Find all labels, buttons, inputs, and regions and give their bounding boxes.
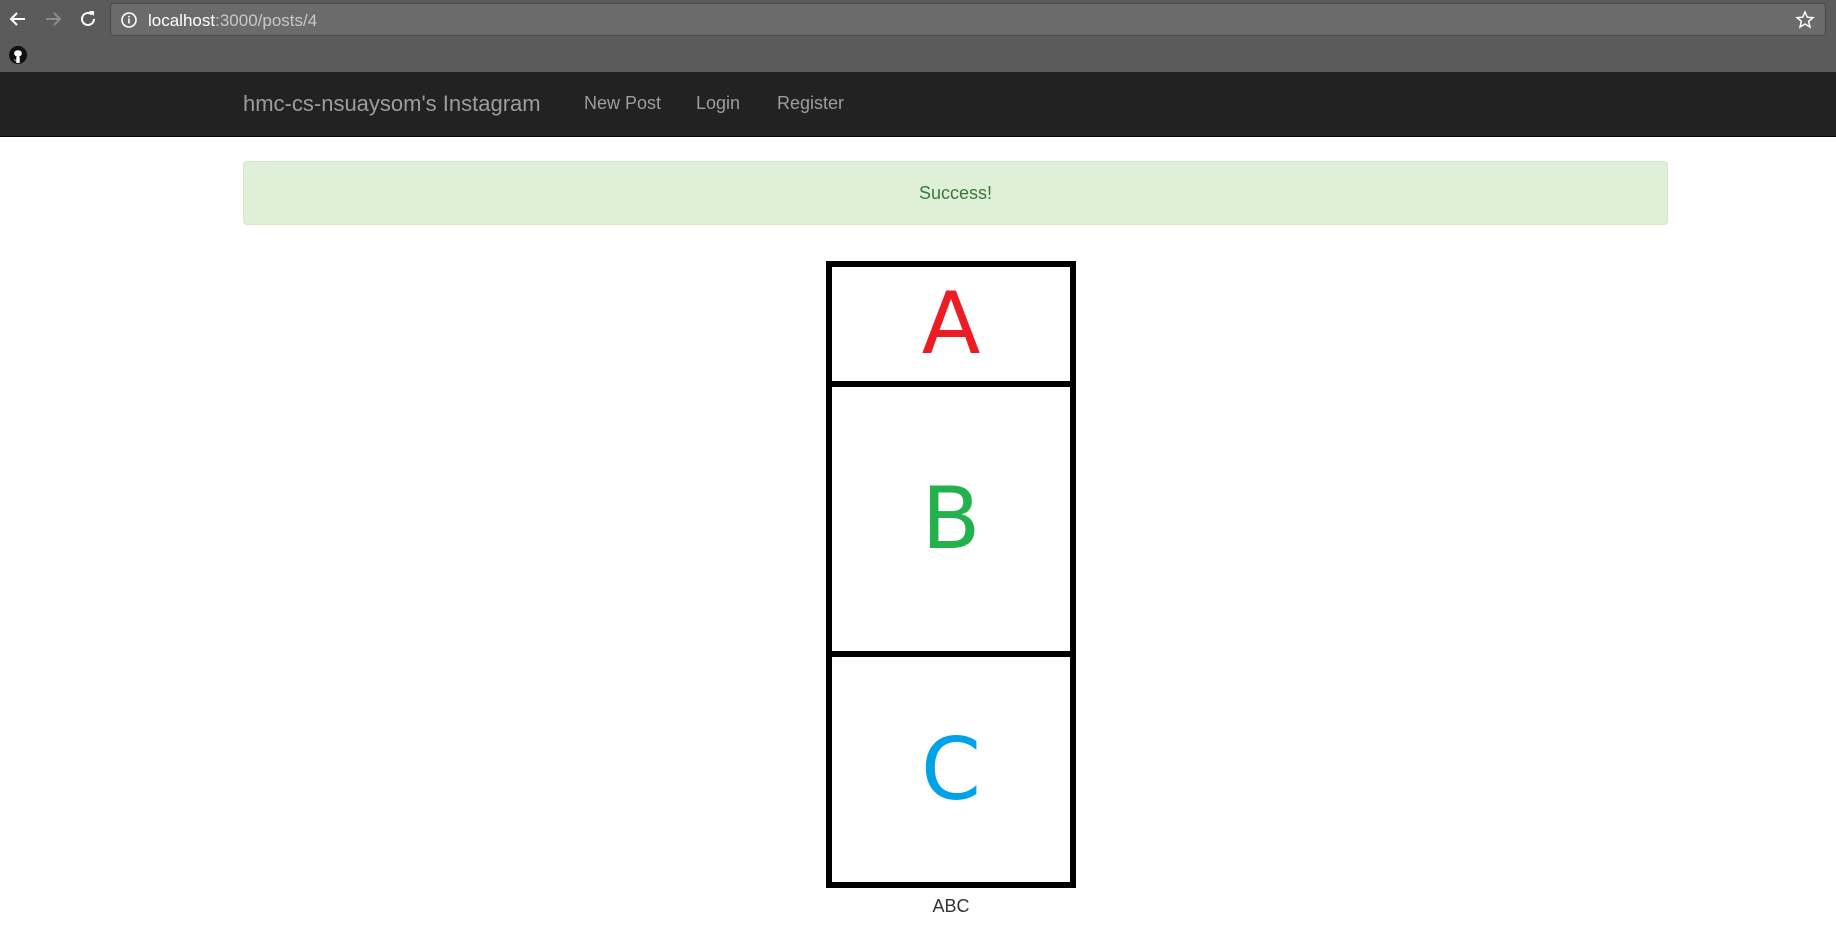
nav-register[interactable]: Register	[777, 93, 844, 114]
image-letter-c: C	[920, 719, 982, 820]
reload-button[interactable]	[75, 6, 101, 32]
image-letter-a: A	[921, 274, 981, 374]
app-navbar: hmc-cs-nsuaysom's Instagram New Post Log…	[0, 72, 1836, 137]
browser-chrome: localhost:3000/posts/4	[0, 0, 1836, 72]
back-button[interactable]	[5, 6, 31, 32]
address-bar[interactable]: localhost:3000/posts/4	[110, 3, 1826, 36]
post-caption: ABC	[932, 896, 970, 916]
success-alert: Success!	[243, 161, 1668, 225]
info-icon[interactable]	[120, 11, 138, 29]
github-icon[interactable]	[8, 45, 28, 65]
arrow-right-icon	[46, 12, 62, 26]
nav-login[interactable]: Login	[696, 93, 740, 114]
bookmarks-bar	[0, 40, 1836, 72]
browser-toolbar: localhost:3000/posts/4	[0, 0, 1836, 40]
reload-icon	[81, 11, 95, 26]
alert-message: Success!	[918, 182, 993, 203]
post-image: A B C	[826, 261, 1076, 888]
image-letter-b: B	[921, 469, 981, 569]
brand-link[interactable]: hmc-cs-nsuaysom's Instagram	[243, 91, 541, 117]
arrow-left-icon	[9, 12, 25, 26]
url-path: :3000/posts/4	[215, 11, 318, 30]
url-text: localhost:3000/posts/4	[148, 11, 317, 31]
nav-new-post[interactable]: New Post	[584, 93, 661, 114]
url-host: localhost	[148, 11, 216, 30]
forward-button[interactable]	[40, 6, 66, 32]
star-icon[interactable]	[1795, 10, 1815, 30]
